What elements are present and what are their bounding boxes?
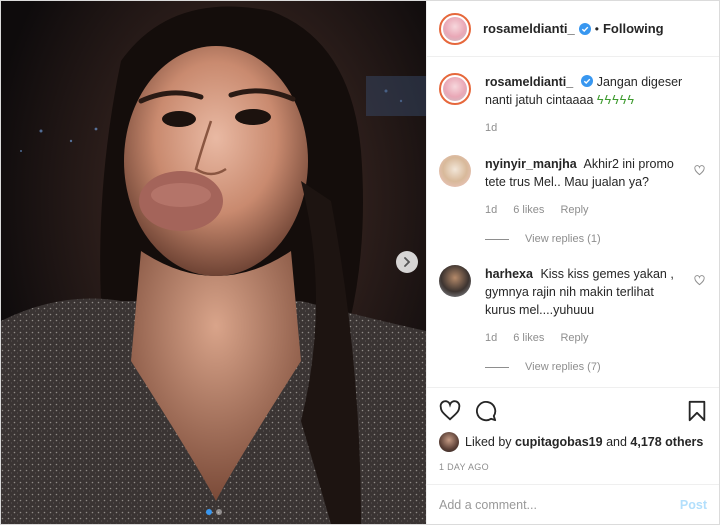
caption-username[interactable]: rosameldianti_ bbox=[485, 75, 573, 89]
separator-bullet: • bbox=[594, 21, 599, 36]
zap-emoji: ϟϟϟϟϟ bbox=[596, 93, 635, 107]
view-replies-button[interactable]: View replies (1) bbox=[485, 233, 707, 245]
post-photo[interactable] bbox=[1, 1, 426, 524]
replies-divider bbox=[485, 366, 509, 368]
bookmark-icon[interactable] bbox=[687, 400, 707, 422]
author-username[interactable]: rosameldianti_ bbox=[483, 21, 575, 36]
verified-badge-icon bbox=[581, 75, 594, 87]
post-actions: Liked by cupitagobas19 and 4,178 others … bbox=[427, 387, 719, 484]
reply-button[interactable]: Reply bbox=[560, 329, 588, 347]
post-header: rosameldianti_ • Following bbox=[427, 1, 719, 57]
chevron-right-icon bbox=[404, 257, 411, 267]
next-photo-button[interactable] bbox=[396, 251, 418, 273]
view-replies-button[interactable]: View replies (7) bbox=[485, 361, 707, 373]
carousel-dot bbox=[215, 509, 222, 515]
author-avatar[interactable] bbox=[439, 12, 471, 45]
caption-author-avatar[interactable] bbox=[439, 73, 471, 105]
comment-likes[interactable]: 6 likes bbox=[513, 329, 544, 347]
comment-time: 1d bbox=[485, 332, 498, 344]
liker-avatar[interactable] bbox=[439, 432, 459, 452]
add-comment-bar: Post bbox=[427, 484, 719, 524]
view-replies-label[interactable]: View replies (1) bbox=[525, 233, 601, 245]
likes-others-link[interactable]: 4,178 others bbox=[630, 435, 703, 449]
comment-time: 1d bbox=[485, 204, 498, 216]
comments-list: rosameldianti_ Jangan digeser nanti jatu… bbox=[427, 57, 719, 387]
comment-input[interactable] bbox=[439, 497, 680, 512]
replies-divider bbox=[485, 238, 509, 240]
post-side-panel: rosameldianti_ • Following rosameldianti… bbox=[426, 1, 719, 524]
post-modal: rosameldianti_ • Following rosameldianti… bbox=[0, 0, 720, 525]
comment-username[interactable]: harhexa bbox=[485, 267, 533, 281]
comment-item: harhexa Kiss kiss gemes yakan , gymnya r… bbox=[439, 265, 707, 347]
carousel-dots bbox=[1, 509, 426, 515]
comment-item: nyinyir_manjha Akhir2 ini promo tete tru… bbox=[439, 155, 707, 219]
post-timestamp: 1 DAY AGO bbox=[439, 462, 489, 472]
comment-bubble-icon[interactable] bbox=[475, 400, 497, 422]
comment-username[interactable]: nyinyir_manjha bbox=[485, 157, 577, 171]
commenter-avatar[interactable] bbox=[439, 265, 471, 297]
post-comment-button[interactable]: Post bbox=[680, 498, 707, 512]
reply-button[interactable]: Reply bbox=[560, 201, 588, 219]
heart-icon[interactable] bbox=[694, 165, 705, 176]
heart-icon[interactable] bbox=[439, 400, 461, 422]
carousel-dot-active bbox=[205, 509, 212, 515]
following-button[interactable]: Following bbox=[603, 21, 664, 36]
verified-badge-icon bbox=[578, 22, 591, 35]
comment-likes[interactable]: 6 likes bbox=[513, 201, 544, 219]
caption-time: 1d bbox=[485, 122, 498, 134]
liker-username[interactable]: cupitagobas19 bbox=[515, 435, 603, 449]
commenter-avatar[interactable] bbox=[439, 155, 471, 187]
view-replies-label[interactable]: View replies (7) bbox=[525, 361, 601, 373]
likes-and: and bbox=[606, 435, 627, 449]
caption: rosameldianti_ Jangan digeser nanti jatu… bbox=[439, 73, 707, 137]
selfie-illustration bbox=[1, 6, 426, 524]
likes-prefix: Liked by bbox=[465, 435, 512, 449]
likes-summary: Liked by cupitagobas19 and 4,178 others bbox=[439, 432, 707, 452]
heart-icon[interactable] bbox=[694, 275, 705, 286]
